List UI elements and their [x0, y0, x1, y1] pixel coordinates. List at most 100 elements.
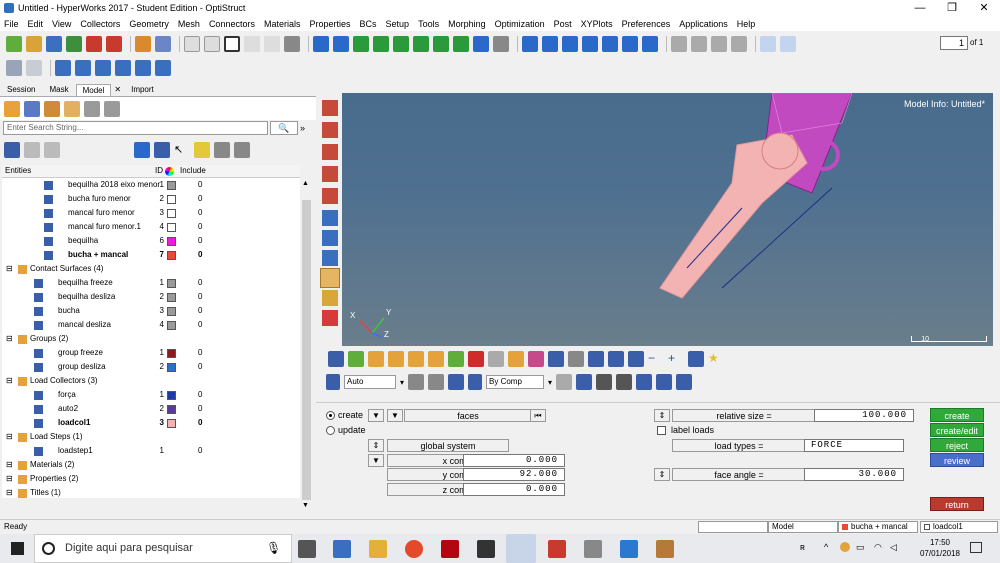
- color-swatch[interactable]: [167, 181, 176, 190]
- color-swatch[interactable]: [167, 195, 176, 204]
- expand-toggle-icon[interactable]: ⊟: [6, 472, 13, 486]
- hide-icon[interactable]: [234, 142, 250, 158]
- tree-entity-row[interactable]: força 1 0: [2, 388, 300, 402]
- transfer-icon[interactable]: [508, 351, 524, 367]
- constraint-label-icon[interactable]: [322, 310, 338, 326]
- expand-toggle-icon[interactable]: ⊟: [6, 332, 13, 346]
- element-icon[interactable]: [322, 166, 338, 182]
- menu-help[interactable]: Help: [737, 19, 756, 29]
- orbit-icon[interactable]: [642, 36, 658, 52]
- node-icon[interactable]: [322, 188, 338, 204]
- taskbar-search-input[interactable]: Digite aqui para pesquisar: [34, 534, 292, 563]
- angle-toggle-icon[interactable]: ⇕: [654, 468, 670, 481]
- taskbar-clock[interactable]: 17:50 07/01/2018: [920, 537, 960, 559]
- monitor-icon[interactable]: [676, 374, 693, 390]
- menu-tools[interactable]: Tools: [418, 19, 439, 29]
- auto-mode-icon[interactable]: [326, 374, 340, 390]
- axis-left-icon[interactable]: [453, 36, 469, 52]
- display-all-icon[interactable]: [4, 142, 20, 158]
- scroll-up-icon[interactable]: ▲: [302, 180, 309, 187]
- chrome-icon[interactable]: [405, 540, 423, 558]
- filter-arrow-icon[interactable]: [428, 351, 444, 367]
- status-component[interactable]: bucha + mancal: [838, 521, 918, 533]
- by-comp-icon[interactable]: [468, 374, 483, 390]
- close-icon[interactable]: ✕: [968, 0, 1000, 16]
- tree-entity-row[interactable]: bequilha freeze 1 0: [2, 276, 300, 290]
- tree-entity-row[interactable]: bucha + mancal 7 0: [2, 248, 300, 262]
- id-column-header[interactable]: ID: [155, 166, 163, 175]
- menu-optimization[interactable]: Optimization: [495, 19, 545, 29]
- layout-6-icon[interactable]: [155, 60, 171, 76]
- app-icon-3[interactable]: [656, 540, 674, 558]
- menu-geometry[interactable]: Geometry: [129, 19, 169, 29]
- folder-icon[interactable]: [64, 100, 80, 117]
- view-list-icon[interactable]: [493, 36, 509, 52]
- model-browser-icon[interactable]: [155, 36, 171, 52]
- component-view-icon[interactable]: [4, 100, 20, 117]
- display-icon[interactable]: [328, 351, 344, 367]
- expand-toggle-icon[interactable]: ⊟: [6, 486, 13, 498]
- cortana-icon[interactable]: [42, 542, 55, 555]
- menu-connectors[interactable]: Connectors: [209, 19, 255, 29]
- load-types-input[interactable]: FORCE: [804, 439, 904, 452]
- expand-toggle-icon[interactable]: ⊟: [6, 430, 13, 444]
- reject-button[interactable]: reject: [930, 438, 984, 452]
- expand-toggle-icon[interactable]: ⊟: [6, 374, 13, 388]
- axis-y-icon[interactable]: [373, 36, 389, 52]
- show-icon[interactable]: [214, 142, 230, 158]
- next-icon[interactable]: [608, 351, 624, 367]
- menu-file[interactable]: File: [4, 19, 19, 29]
- include-column-header[interactable]: Include: [180, 166, 206, 175]
- menu-xyplots[interactable]: XYPlots: [581, 19, 613, 29]
- search-input[interactable]: Enter Search String...: [3, 121, 268, 135]
- update-radio[interactable]: [326, 426, 335, 435]
- paste-icon[interactable]: [711, 36, 727, 52]
- expand-search-icon[interactable]: »: [300, 123, 305, 133]
- review-button[interactable]: review: [930, 453, 984, 467]
- redo-icon[interactable]: [26, 60, 42, 76]
- color-swatch[interactable]: [167, 293, 176, 302]
- vector-toggle-icon[interactable]: ▼: [368, 454, 384, 467]
- color-swatch[interactable]: [167, 419, 176, 428]
- scroll-down-icon[interactable]: ▼: [302, 502, 309, 509]
- task-view-icon[interactable]: [298, 540, 316, 558]
- undo-icon[interactable]: [6, 60, 22, 76]
- battery-icon[interactable]: ▭: [856, 542, 865, 553]
- shade-icon[interactable]: [428, 374, 445, 390]
- rotate-mode-icon[interactable]: [408, 374, 425, 390]
- tree-group-row[interactable]: ⊟ Properties (2): [2, 472, 300, 486]
- mail-icon[interactable]: [477, 540, 495, 558]
- color-swatch[interactable]: [167, 349, 176, 358]
- tree-group-row[interactable]: ⊟ Titles (1): [2, 486, 300, 498]
- tree-entity-row[interactable]: bequilha 6 0: [2, 234, 300, 248]
- surface-icon[interactable]: [616, 374, 633, 390]
- component-icon[interactable]: [322, 100, 338, 116]
- tab-close-icon[interactable]: ✕: [111, 83, 124, 96]
- z-comp-input[interactable]: 0.000: [463, 483, 565, 496]
- tree-entity-row[interactable]: mancal desliza 4 0: [2, 318, 300, 332]
- display-reverse-icon[interactable]: [44, 142, 60, 158]
- size-toggle-icon[interactable]: ⇕: [654, 409, 670, 422]
- create-toggle-icon[interactable]: ▼: [368, 409, 384, 422]
- import-icon[interactable]: [66, 36, 82, 52]
- view-back-icon[interactable]: [333, 36, 349, 52]
- window-icon[interactable]: [184, 36, 200, 52]
- print-icon[interactable]: [284, 36, 300, 52]
- menu-preferences[interactable]: Preferences: [622, 19, 671, 29]
- menu-materials[interactable]: Materials: [264, 19, 301, 29]
- entity-filter-icon[interactable]: [134, 142, 150, 158]
- status-loadcol[interactable]: loadcol1: [920, 521, 998, 533]
- axis-iso-icon[interactable]: [413, 36, 429, 52]
- axis-x-icon[interactable]: [353, 36, 369, 52]
- mark-icon[interactable]: [448, 351, 464, 367]
- file-explorer-icon[interactable]: [369, 540, 387, 558]
- assembly-icon[interactable]: [24, 100, 40, 117]
- tab-model[interactable]: Model: [75, 84, 112, 96]
- faces-selector[interactable]: faces: [404, 409, 532, 422]
- load-icon[interactable]: [320, 268, 340, 288]
- reset-selection-icon[interactable]: ⏮: [530, 409, 546, 422]
- star-icon[interactable]: ★: [708, 351, 724, 367]
- tree-entity-row[interactable]: bequilha 2018 eixo menor 1 0: [2, 178, 300, 192]
- volume-icon[interactable]: ◁: [890, 542, 897, 553]
- snapshot-icon[interactable]: [244, 36, 260, 52]
